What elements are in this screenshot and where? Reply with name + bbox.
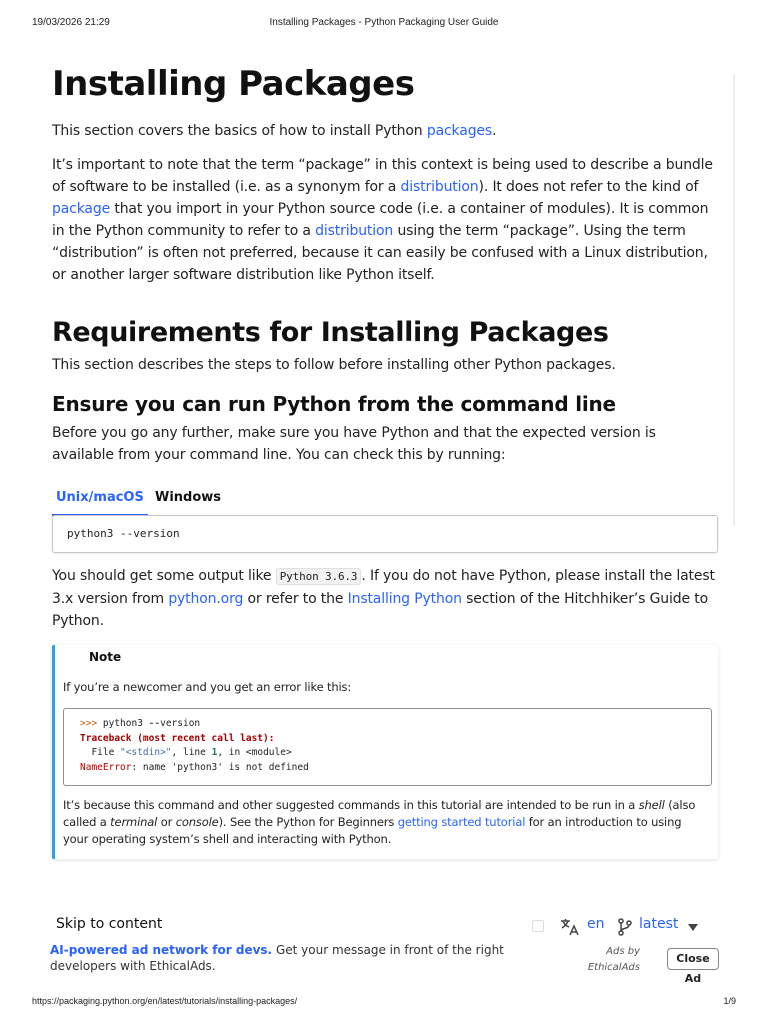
note-admonition: Note If you’re a newcomer and you get an…: [52, 645, 718, 859]
error-code-text: >>> python3 --version Traceback (most re…: [80, 718, 309, 773]
scrollbar[interactable]: [733, 74, 735, 526]
ensure-python-paragraph: Before you go any further, make sure you…: [52, 425, 656, 463]
distribution-link-2[interactable]: distribution: [315, 223, 393, 239]
print-url: https://packaging.python.org/en/latest/t…: [32, 996, 298, 1006]
ensure-python-heading: Ensure you can run Python from the comma…: [52, 392, 616, 416]
command-text: python3 --version: [67, 527, 180, 540]
packages-link[interactable]: packages: [427, 123, 492, 139]
getting-started-link[interactable]: getting started tutorial: [398, 815, 526, 829]
print-page-title: Installing Packages - Python Packaging U…: [269, 17, 499, 28]
print-header: 19/03/2026 21:29 Installing Packages - P…: [32, 17, 736, 31]
tab-windows[interactable]: Windows: [151, 484, 225, 516]
python-org-link[interactable]: python.org: [168, 591, 243, 607]
tab-unix-macos[interactable]: Unix/macOS: [52, 484, 148, 516]
version-selector[interactable]: latest: [639, 916, 678, 932]
print-page-number: 1/9: [723, 996, 736, 1006]
translate-icon[interactable]: [560, 918, 580, 936]
requirements-paragraph: This section describes the steps to foll…: [52, 357, 616, 373]
language-selector[interactable]: en: [587, 916, 605, 932]
package-term-paragraph: It’s important to note that the term “pa…: [52, 157, 713, 283]
error-code-block: >>> python3 --version Traceback (most re…: [63, 708, 712, 786]
os-tabs: Unix/macOS Windows: [52, 484, 718, 516]
package-link[interactable]: package: [52, 201, 110, 217]
installing-python-link[interactable]: Installing Python: [348, 591, 462, 607]
branch-icon: [618, 918, 632, 936]
command-code-block: python3 --version: [52, 515, 718, 553]
distribution-link[interactable]: distribution: [401, 179, 479, 195]
close-ad-button[interactable]: Close Ad: [667, 948, 719, 985]
ad-text[interactable]: AI-powered ad network for devs. Get your…: [50, 942, 510, 974]
inline-code-version: Python 3.6.3: [275, 568, 362, 585]
output-paragraph: You should get some output like Python 3…: [52, 568, 715, 629]
main-content: Installing Packages This section covers …: [52, 60, 718, 466]
ethical-ad-banner: AI-powered ad network for devs. Get your…: [50, 940, 720, 985]
note-title: Note: [89, 650, 122, 664]
floating-footer-bar: Skip to content en latest: [52, 912, 718, 940]
print-footer: https://packaging.python.org/en/latest/t…: [32, 996, 736, 1008]
note-paragraph: If you’re a newcomer and you get an erro…: [63, 680, 352, 694]
skip-to-content-link[interactable]: Skip to content: [56, 916, 162, 932]
chevron-down-icon[interactable]: [688, 924, 698, 931]
ads-by-ethicalads[interactable]: Ads by EthicalAds: [584, 944, 640, 976]
requirements-heading: Requirements for Installing Packages: [52, 317, 609, 348]
note-explanation: It’s because this command and other sugg…: [63, 798, 696, 846]
back-to-top-icon[interactable]: [532, 920, 544, 932]
page-title: Installing Packages: [52, 64, 415, 104]
intro-paragraph: This section covers the basics of how to…: [52, 123, 497, 139]
info-icon: [65, 652, 79, 666]
